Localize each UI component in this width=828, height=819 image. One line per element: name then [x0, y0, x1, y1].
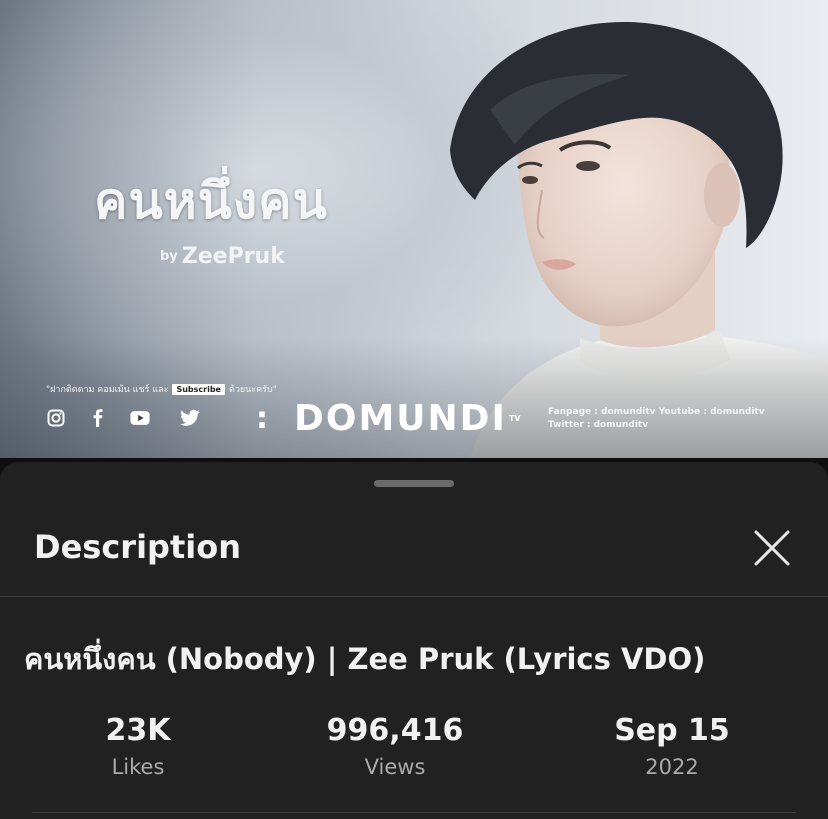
stat-views: 996,416 Views [285, 710, 505, 782]
stat-views-label: Views [364, 755, 426, 779]
channel-info-line2: Twitter : domunditv [548, 420, 649, 430]
promo-subscribe-box: Subscribe [172, 383, 225, 395]
stat-likes-value: 23K [105, 713, 171, 748]
stat-likes-label: Likes [111, 755, 165, 779]
brand-colon: : [256, 401, 270, 436]
close-button[interactable] [746, 522, 798, 574]
brand-name: DOMUNDI [294, 398, 507, 439]
youtube-icon [130, 408, 150, 428]
thumbnail-artist: by ZeePruk [160, 244, 285, 269]
description-sheet: Description คนหนึ่งคน (Nobody) | Zee Pru… [0, 462, 828, 819]
facebook-icon [88, 408, 108, 428]
stats-divider [32, 812, 796, 813]
video-stats: 23K Likes 996,416 Views Sep 15 2022 [0, 710, 828, 790]
thumbnail-artist-name: ZeePruk [181, 244, 285, 269]
twitter-icon [180, 408, 200, 428]
thumbnail-promo: "ฝากติดตาม คอมเม้น แชร์ และ Subscribe ด้… [46, 382, 277, 396]
thumbnail-title: คนหนึ่งคน [94, 172, 328, 230]
promo-text-right: ด้วยนะครับ" [228, 385, 277, 395]
instagram-icon [46, 408, 66, 428]
stat-date: Sep 15 2022 [562, 710, 782, 782]
channel-info-line1: Fanpage : domunditv Youtube : domunditv [548, 407, 765, 417]
video-title: คนหนึ่งคน (Nobody) | Zee Pruk (Lyrics VD… [24, 642, 706, 676]
thumbnail-by: by [160, 249, 178, 264]
channel-brand: : DOMUNDI TV [256, 398, 521, 439]
sheet-title: Description [34, 528, 241, 566]
video-thumbnail[interactable]: คนหนึ่งคน by ZeePruk "ฝากติดตาม คอมเม้น แ… [0, 0, 828, 458]
sheet-divider [0, 596, 828, 597]
promo-text-left: "ฝากติดตาม คอมเม้น แชร์ และ [46, 385, 169, 395]
sheet-drag-handle[interactable] [374, 480, 454, 487]
stat-date-value: Sep 15 [614, 713, 730, 748]
close-icon [754, 530, 790, 566]
stat-views-value: 996,416 [326, 713, 464, 748]
brand-suffix: TV [508, 414, 521, 423]
channel-info: Fanpage : domunditv Youtube : domunditv … [548, 406, 765, 432]
stat-date-year: 2022 [645, 755, 699, 779]
social-icons [46, 408, 200, 428]
stat-likes: 23K Likes [28, 710, 248, 782]
